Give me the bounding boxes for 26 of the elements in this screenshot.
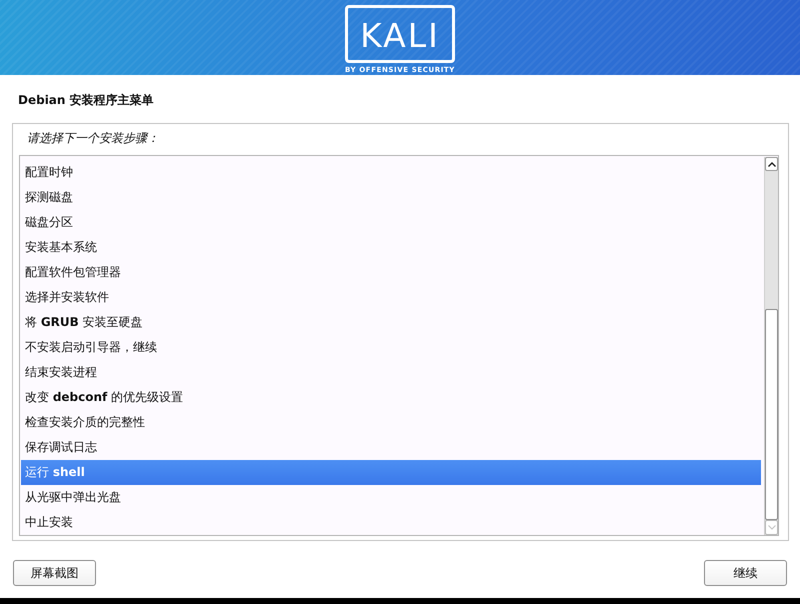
menu-item[interactable]: 结束安装进程 (21, 360, 761, 385)
caret-up-icon (768, 162, 776, 166)
page-title: Debian 安装程序主菜单 (18, 92, 154, 108)
menu-item[interactable]: 安装基本系统 (21, 235, 761, 260)
menu-item[interactable]: 不安装启动引导器，继续 (21, 335, 761, 360)
prompt-text: 请选择下一个安装步骤： (27, 130, 159, 147)
menu-item[interactable]: 中止安装 (21, 510, 761, 535)
scroll-up-button[interactable] (765, 157, 778, 171)
scroll-down-button[interactable] (765, 520, 778, 535)
scrollbar-track[interactable] (764, 157, 778, 535)
scrollbar-thumb[interactable] (765, 309, 778, 520)
dialog-button[interactable]: 继续 (704, 560, 787, 586)
menu-item[interactable]: 检查安装介质的完整性 (21, 410, 761, 435)
dialog-button[interactable]: 屏幕截图 (13, 560, 96, 586)
menu-item[interactable]: 改变 debconf 的优先级设置 (21, 385, 761, 410)
menu-item[interactable]: 从光驱中弹出光盘 (21, 485, 761, 510)
menu-item[interactable]: 磁盘分区 (21, 210, 761, 235)
menu-item[interactable]: 探测磁盘 (21, 185, 761, 210)
menu-item[interactable]: 将 GRUB 安装至硬盘 (21, 310, 761, 335)
logo-wordmark: KALI (345, 5, 455, 63)
menu-item[interactable]: 配置时钟 (21, 160, 761, 185)
caret-down-icon (768, 525, 776, 530)
menu-item[interactable]: 配置软件包管理器 (21, 260, 761, 285)
menu-item[interactable]: 运行 shell (21, 460, 761, 485)
menu-item[interactable]: 选择并安装软件 (21, 285, 761, 310)
menu-item[interactable]: 保存调试日志 (21, 435, 761, 460)
